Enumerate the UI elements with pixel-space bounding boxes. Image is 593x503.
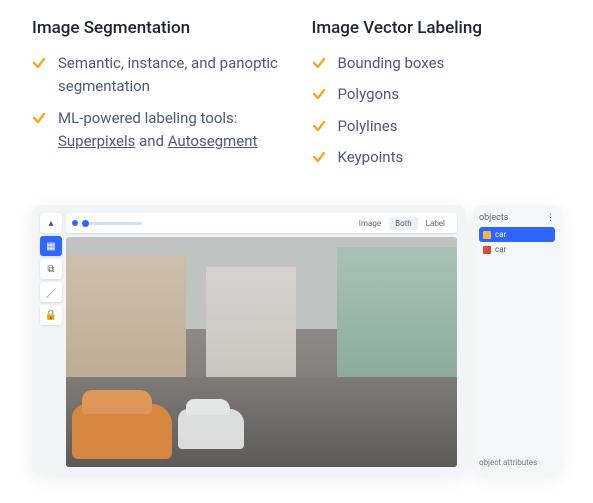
column-segmentation: Image Segmentation Semantic, instance, a…: [32, 18, 282, 177]
check-icon: [312, 87, 326, 101]
objects-panel-header: objects ⋮: [479, 213, 555, 223]
objects-panel-title: objects: [479, 213, 508, 223]
feature-text: Semantic, instance, and panoptic segment…: [58, 52, 282, 99]
mode-image[interactable]: Image: [353, 217, 387, 230]
tool-line[interactable]: ／: [40, 282, 62, 302]
image-canvas[interactable]: [66, 237, 457, 467]
feature-text: Polylines: [338, 115, 398, 138]
swatch-icon: [483, 231, 491, 239]
vector-list: Bounding boxes Polygons Polylines Keypoi…: [312, 52, 562, 169]
feature-item: ML-powered labeling tools: Superpixels a…: [32, 107, 282, 154]
left-toolbar: ▴ ▦ ⧉ ／ 🔒: [40, 213, 62, 325]
check-icon: [312, 119, 326, 133]
feature-item: Bounding boxes: [312, 52, 562, 75]
editor-topbar: Image Both Label: [66, 213, 457, 233]
feature-text: ML-powered labeling tools: Superpixels a…: [58, 107, 282, 154]
link-autosegment[interactable]: Autosegment: [168, 132, 258, 150]
mode-both[interactable]: Both: [389, 217, 418, 230]
app-screenshot: ▴ ▦ ⧉ ／ 🔒 Image Both Label: [32, 205, 561, 475]
status-dot-icon: [72, 220, 78, 226]
feature-columns: Image Segmentation Semantic, instance, a…: [32, 18, 561, 177]
segmentation-list: Semantic, instance, and panoptic segment…: [32, 52, 282, 153]
tool-pointer[interactable]: ▴: [40, 213, 62, 233]
feature-text: Bounding boxes: [338, 52, 445, 75]
check-icon: [312, 150, 326, 164]
view-mode-group: Image Both Label: [353, 217, 451, 230]
check-icon: [32, 111, 46, 125]
check-icon: [32, 56, 46, 70]
column-vector: Image Vector Labeling Bounding boxes Pol…: [312, 18, 562, 177]
mask-car-white[interactable]: [178, 409, 244, 449]
vector-title: Image Vector Labeling: [312, 18, 562, 38]
segmentation-title: Image Segmentation: [32, 18, 282, 38]
editor-panel: ▴ ▦ ⧉ ／ 🔒 Image Both Label: [32, 205, 465, 475]
feature-text: Polygons: [338, 83, 400, 106]
tool-box[interactable]: ▦: [40, 236, 62, 256]
scene-building: [66, 255, 186, 395]
feature-item: Polylines: [312, 115, 562, 138]
objects-panel: objects ⋮ car car object attributes: [473, 205, 561, 475]
feature-item: Polygons: [312, 83, 562, 106]
object-attributes-label: object attributes: [479, 452, 555, 467]
scene-building: [337, 247, 457, 397]
check-icon: [312, 56, 326, 70]
feature-item: Semantic, instance, and panoptic segment…: [32, 52, 282, 99]
scene-building: [206, 267, 296, 387]
object-label: car: [495, 230, 506, 239]
opacity-slider[interactable]: [82, 222, 142, 225]
tool-lock[interactable]: 🔒: [40, 305, 62, 325]
object-row[interactable]: car: [479, 242, 555, 257]
swatch-icon: [483, 246, 491, 254]
more-icon[interactable]: ⋮: [546, 213, 555, 223]
link-superpixels[interactable]: Superpixels: [58, 132, 135, 150]
object-label: car: [495, 245, 506, 254]
tool-crop[interactable]: ⧉: [40, 259, 62, 279]
mode-label[interactable]: Label: [420, 217, 451, 230]
mask-car-orange[interactable]: [72, 404, 172, 459]
feature-item: Keypoints: [312, 146, 562, 169]
feature-text: Keypoints: [338, 146, 404, 169]
topbar-left: [72, 220, 142, 226]
object-row[interactable]: car: [479, 227, 555, 242]
